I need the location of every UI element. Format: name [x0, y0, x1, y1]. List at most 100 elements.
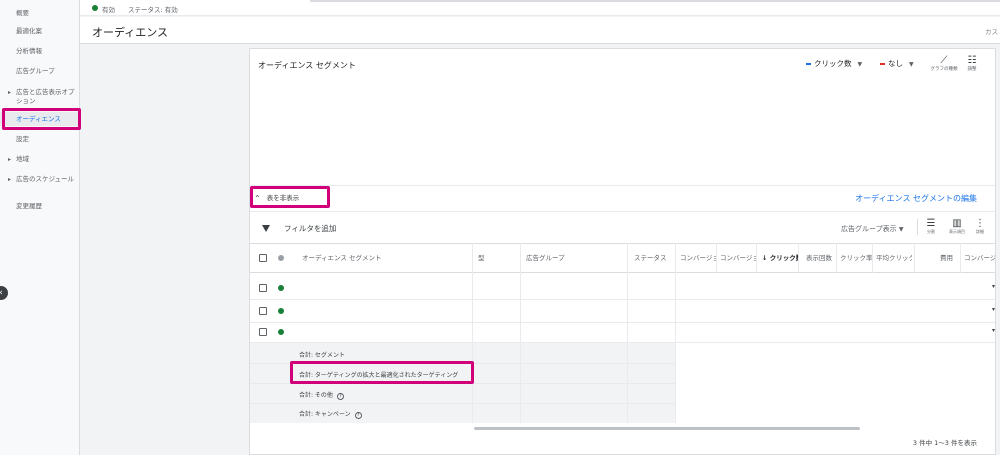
ad-group-view-selector[interactable]: 広告グループ表示 ▼ [841, 224, 903, 234]
col-header-segment[interactable]: オーディエンス セグメント [302, 244, 472, 272]
col-header-conversions-3[interactable]: コンバージョン [964, 244, 995, 272]
sidebar-item-locations[interactable]: 地域 [0, 155, 80, 164]
row-2-checkbox[interactable] [259, 307, 267, 315]
help-icon[interactable]: ? [336, 393, 344, 400]
col-header-impressions[interactable]: 表示回数 [806, 244, 838, 272]
screen: 概要 最適化案 分析情報 広告グループ 広告と広告表示オプション オーディエンス… [0, 0, 1000, 455]
total-segments-label: 合計: セグメント [299, 352, 345, 359]
customize-link[interactable]: カス [985, 26, 998, 36]
status-header-icon [278, 255, 284, 261]
col-header-ctr[interactable]: クリック率 [840, 244, 872, 272]
segment-icon: ☰ [926, 218, 936, 229]
total-campaign-label: 合計: キャンペーン [299, 411, 351, 418]
segment-button[interactable]: ☰ 分割 [923, 219, 939, 235]
col-header-conversions-1[interactable]: コンバージョン [680, 244, 716, 272]
column-divider [960, 243, 961, 273]
col-header-ad-group[interactable]: 広告グループ [526, 244, 626, 272]
col-header-conversions-2[interactable]: コンバージョン [720, 244, 756, 272]
columns-button[interactable]: ▥ 表示項目 [948, 219, 966, 235]
more-button[interactable]: ⋮ 詳細 [972, 219, 988, 235]
metric-2-label: なし [888, 59, 903, 68]
totals-values-area [675, 343, 995, 423]
highlight-hide-table [250, 186, 330, 208]
total-other: 合計: その他? [299, 390, 344, 400]
highlight-audiences [2, 108, 81, 130]
column-divider [716, 243, 717, 273]
sidebar-item-insights[interactable]: 分析情報 [0, 47, 80, 56]
metric-1-color-icon [806, 63, 811, 65]
line-chart-icon: ⟋ [940, 55, 948, 66]
edit-audience-segments-link[interactable]: オーディエンス セグメントの編集 [855, 193, 977, 204]
table-row-divider [250, 403, 675, 404]
row-1-edit-icon[interactable]: ▾ [992, 283, 995, 290]
add-filter-button[interactable]: フィルタを追加 [262, 223, 336, 234]
adjust-label: 調整 [967, 67, 977, 72]
row-3-edit-icon[interactable]: ▾ [992, 327, 995, 334]
row-2-edit-icon[interactable]: ▾ [992, 306, 995, 313]
audience-segments-card: オーディエンス セグメント クリック数 ▼ なし ▼ ⟋ グラフの種類 ☷ 調整 ⌃… [249, 48, 996, 455]
segment-label: 分割 [927, 229, 935, 234]
tune-icon: ☷ [967, 55, 977, 66]
chart-type-label: グラフの種類 [930, 67, 958, 72]
sort-down-icon: ↓ [762, 254, 768, 262]
sidebar-item-change-history[interactable]: 変更履歴 [0, 202, 80, 211]
more-vert-icon: ⋮ [975, 218, 985, 229]
card-title: オーディエンス セグメント [258, 61, 356, 70]
campaign-status-text[interactable]: ステータス: 有効 [128, 4, 178, 14]
table-header: オーディエンス セグメント 型 広告グループ ステータス コンバージョン コンバ… [250, 243, 995, 273]
metric-2-color-icon [880, 63, 885, 65]
column-divider [872, 243, 873, 273]
columns-icon: ▥ [952, 218, 962, 229]
top-status-bar: 有効 ステータス: 有効 [80, 0, 1000, 16]
metric-1-label: クリック数 [814, 59, 852, 68]
sidebar-item-settings[interactable]: 設定 [0, 135, 80, 144]
metric-2-selector[interactable]: なし ▼ [880, 58, 914, 69]
toolbar-separator [917, 219, 918, 235]
chevron-down-icon: ▼ [857, 61, 863, 68]
sidebar-item-ad-schedule[interactable]: 広告のスケジュール [0, 175, 78, 184]
columns-label: 表示項目 [949, 229, 965, 234]
chart-divider [250, 185, 995, 186]
add-filter-label: フィルタを追加 [284, 224, 337, 233]
chevron-down-icon: ▼ [898, 226, 904, 233]
table-row-divider [250, 322, 995, 323]
row-3-checkbox[interactable] [259, 328, 267, 336]
col-header-clicks-label: クリック数 [769, 254, 798, 262]
status-text: 有効 [102, 6, 115, 14]
column-divider [914, 243, 915, 273]
sidebar-item-recommendations[interactable]: 最適化案 [0, 27, 80, 36]
total-segments: 合計: セグメント [299, 350, 345, 359]
chart-type-button[interactable]: ⟋ グラフの種類 [927, 55, 961, 72]
page-title: オーディエンス [92, 26, 169, 39]
row-1-status-icon [278, 285, 284, 291]
col-header-type[interactable]: 型 [478, 244, 518, 272]
total-other-label: 合計: その他 [299, 392, 333, 399]
highlight-targeting-expansion [290, 361, 474, 384]
column-divider [798, 243, 799, 273]
col-header-clicks[interactable]: ↓ クリック数 [762, 244, 798, 272]
col-header-status[interactable]: ステータス [634, 244, 674, 272]
chevron-down-icon: ▼ [909, 61, 914, 68]
help-icon[interactable]: ? [354, 412, 362, 419]
sidebar-item-ad-groups[interactable]: 広告グループ [0, 67, 80, 76]
row-3-status-icon [278, 329, 284, 335]
table-row-divider [250, 299, 995, 300]
select-all-checkbox[interactable] [259, 254, 267, 262]
status-active-icon [92, 5, 98, 11]
sidebar-item-overview[interactable]: 概要 [0, 6, 80, 20]
toolbar-divider [250, 211, 995, 212]
adjust-button[interactable]: ☷ 調整 [963, 55, 981, 72]
sidebar-item-ads-extensions[interactable]: 広告と広告表示オプション [0, 88, 78, 106]
col-header-avg-cpc[interactable]: 平均クリック単価 [876, 244, 912, 272]
column-divider [836, 243, 837, 273]
left-sidebar: 概要 最適化案 分析情報 広告グループ 広告と広告表示オプション オーディエンス… [0, 0, 80, 455]
more-label: 詳細 [976, 229, 984, 234]
filter-icon [262, 225, 270, 232]
col-header-cost[interactable]: 費用 [940, 244, 960, 272]
metric-1-selector[interactable]: クリック数 ▼ [806, 58, 862, 69]
ad-group-view-label: 広告グループ表示 [841, 225, 897, 233]
pagination-text: 3 件中 1～3 件を表示 [912, 439, 977, 447]
total-campaign: 合計: キャンペーン? [299, 409, 362, 419]
horizontal-scrollbar[interactable] [474, 427, 860, 430]
row-1-checkbox[interactable] [259, 284, 267, 292]
